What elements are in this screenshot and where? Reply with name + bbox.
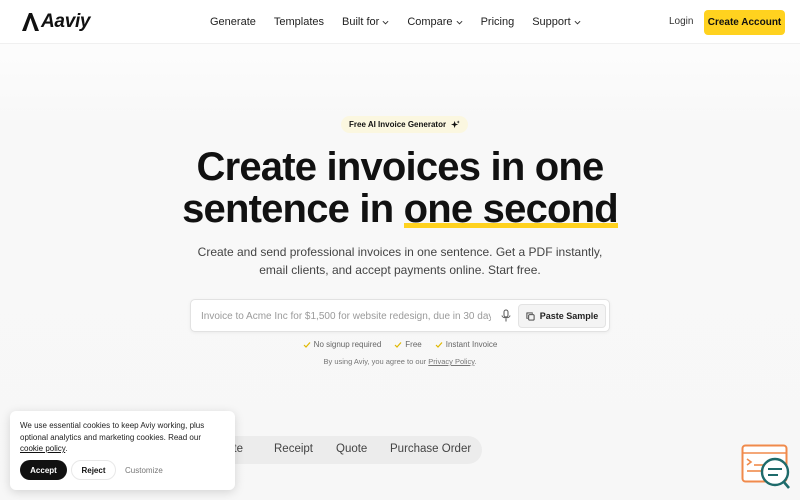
hero-badge-label: Free AI Invoice Generator	[349, 120, 447, 129]
check-item: Instant Invoice	[435, 340, 498, 349]
check-label: No signup required	[313, 340, 382, 349]
cookie-buttons: Accept Reject Customize	[20, 460, 163, 480]
terms-suffix: .	[474, 357, 477, 366]
hero-badge: Free AI Invoice Generator	[341, 116, 469, 133]
reject-cookies-button[interactable]: Reject	[71, 460, 116, 480]
cookie-text: We use essential cookies to keep Aviy wo…	[20, 420, 225, 455]
hero-title-line1: Create invoices in one	[196, 145, 605, 189]
tab-quote[interactable]: Quote	[336, 443, 367, 455]
login-link[interactable]: Login	[669, 16, 693, 27]
logo[interactable]: Aaviy	[20, 10, 91, 34]
hero-title-highlight-text: one second	[403, 187, 619, 231]
invoice-prompt-box: Paste Sample	[190, 299, 610, 332]
nav-generate-label: Generate	[210, 16, 256, 28]
top-nav: Aaviy Generate Templates Built for Compa…	[0, 0, 800, 44]
cookie-policy-link[interactable]: cookie policy	[20, 444, 65, 453]
cookie-banner: We use essential cookies to keep Aviy wo…	[10, 411, 235, 490]
copy-icon	[526, 311, 535, 321]
nav-templates-label: Templates	[273, 16, 325, 28]
paste-sample-label: Paste Sample	[539, 311, 599, 321]
nav-support-label: Support	[532, 16, 571, 28]
checkmark-icon	[303, 341, 311, 348]
privacy-policy-link[interactable]: Privacy Policy	[428, 357, 474, 366]
tab-receipt[interactable]: Receipt	[274, 443, 313, 455]
chevron-down-icon	[574, 20, 581, 24]
tab-purchase-order[interactable]: Purchase Order	[390, 443, 471, 455]
hero-subtitle-line1: Create and send professional invoices in…	[197, 245, 603, 259]
logo-text: Aaviy	[41, 11, 91, 32]
hero-title-line2-pre: sentence in	[182, 187, 404, 231]
accept-cookies-button[interactable]: Accept	[20, 460, 67, 480]
checkmark-icon	[435, 341, 443, 348]
hero-title-highlight: one second	[403, 187, 619, 231]
nav-pricing-label: Pricing	[480, 16, 515, 28]
hero-title: Create invoices in one sentence in one s…	[0, 146, 800, 230]
cookie-text-body: We use essential cookies to keep Aviy wo…	[20, 421, 205, 442]
nav-compare[interactable]: Compare	[407, 16, 463, 28]
nav-generate[interactable]: Generate	[210, 16, 256, 28]
invoice-prompt-input[interactable]	[201, 308, 491, 324]
feature-checks: No signup required Free Instant Invoice	[0, 340, 800, 349]
nav-compare-label: Compare	[407, 16, 453, 28]
check-item: No signup required	[303, 340, 382, 349]
create-account-button[interactable]: Create Account	[704, 10, 785, 35]
chat-widget-icon[interactable]	[741, 444, 791, 490]
hero-subtitle-line2: email clients, and accept payments onlin…	[259, 263, 541, 277]
check-label: Free	[405, 340, 422, 349]
chevron-down-icon	[456, 20, 463, 24]
check-item: Free	[394, 340, 422, 349]
cookie-text-end: .	[65, 444, 68, 453]
microphone-icon[interactable]	[500, 309, 512, 323]
chevron-down-icon	[382, 20, 389, 24]
terms-prefix: By using Aviy, you agree to our	[323, 357, 429, 366]
nav-templates[interactable]: Templates	[274, 16, 324, 28]
terms-notice: By using Aviy, you agree to our Privacy …	[0, 357, 800, 366]
sparkle-icon	[451, 120, 460, 129]
logo-mark-icon	[22, 13, 39, 31]
customize-cookies-link[interactable]: Customize	[125, 466, 163, 475]
nav-built-for-label: Built for	[342, 16, 380, 28]
nav-links: Generate Templates Built for Compare Pri…	[210, 0, 599, 44]
nav-built-for[interactable]: Built for	[342, 16, 389, 28]
nav-pricing[interactable]: Pricing	[481, 16, 515, 28]
paste-sample-button[interactable]: Paste Sample	[518, 304, 606, 328]
check-label: Instant Invoice	[445, 340, 498, 349]
checkmark-icon	[394, 341, 402, 348]
hero-subtitle: Create and send professional invoices in…	[0, 243, 800, 279]
nav-support[interactable]: Support	[532, 16, 581, 28]
